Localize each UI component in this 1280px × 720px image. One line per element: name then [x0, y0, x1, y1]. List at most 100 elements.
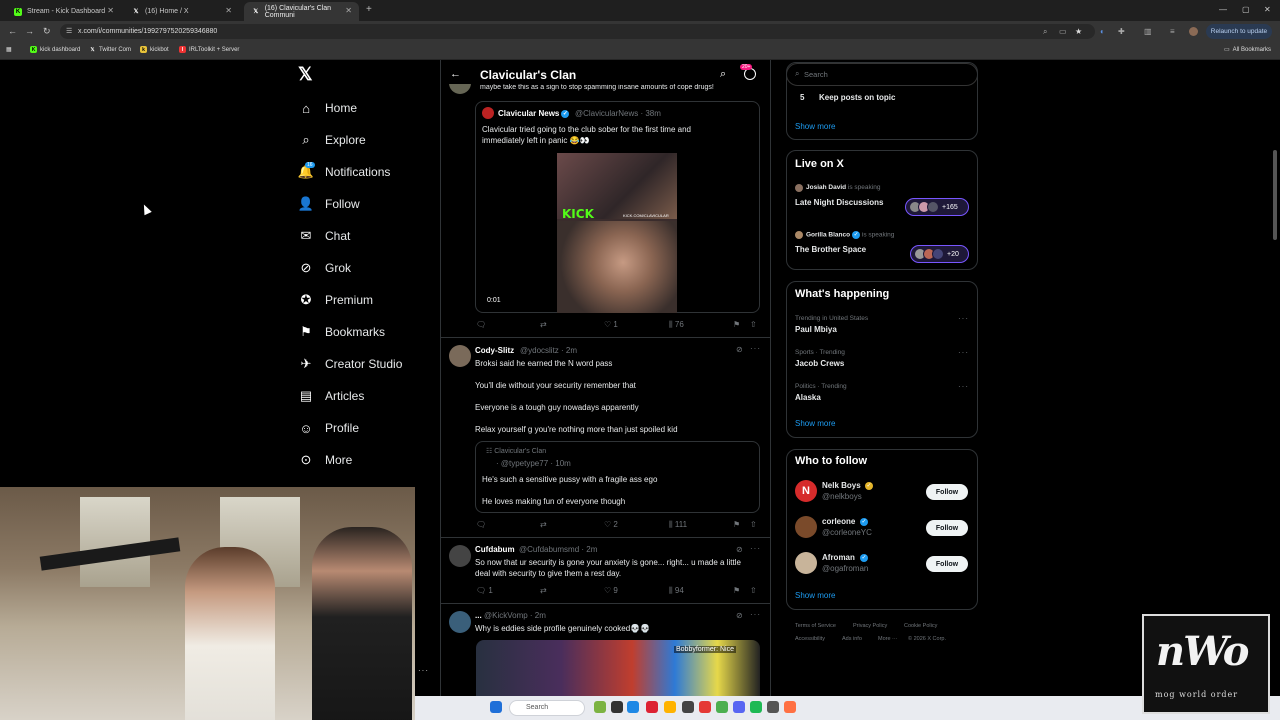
- views-button[interactable]: ⫼ 111: [669, 520, 687, 530]
- page-scrollbar[interactable]: [1273, 150, 1277, 240]
- avatar[interactable]: [795, 231, 803, 239]
- sidebar-item-grok[interactable]: ⊘ Grok: [299, 258, 351, 278]
- more-options-icon[interactable]: ···: [958, 382, 969, 391]
- views-button[interactable]: ⫼ 94: [669, 586, 684, 596]
- sidebar-item-more[interactable]: ⊙ More: [299, 450, 353, 470]
- grok-icon[interactable]: ⊘: [736, 345, 744, 354]
- sidebar-item-creator-studio[interactable]: ✈ Creator Studio: [299, 354, 403, 374]
- more-options-icon[interactable]: ···: [958, 314, 969, 323]
- repost-icon[interactable]: ⇄: [540, 586, 547, 595]
- tab-clavicular-clan[interactable]: 𝕏 (16) Clavicular's Clan Communi ✕: [244, 2, 359, 21]
- sidebar-item-chat[interactable]: ✉ Chat: [299, 226, 351, 246]
- repost-icon[interactable]: ⇄: [540, 520, 547, 529]
- maximize-icon[interactable]: ▢: [1242, 5, 1250, 14]
- edge-icon[interactable]: [627, 701, 639, 713]
- chrome-icon[interactable]: [716, 701, 728, 713]
- footer-link[interactable]: Terms of Service: [795, 623, 836, 629]
- minimize-icon[interactable]: —: [1219, 5, 1227, 14]
- like-button[interactable]: ♡ 2: [604, 520, 618, 529]
- close-window-icon[interactable]: ✕: [1264, 5, 1271, 14]
- share-icon[interactable]: ⇧: [750, 586, 757, 595]
- space-title[interactable]: Late Night Discussions: [795, 198, 883, 207]
- discord-icon[interactable]: [733, 701, 745, 713]
- tab-home-x[interactable]: 𝕏 (16) Home / X ✕: [124, 2, 239, 21]
- cast-icon[interactable]: ▭: [1059, 27, 1067, 36]
- grok-icon[interactable]: ⊘: [736, 611, 744, 620]
- bookmark-icon[interactable]: ⚑: [733, 320, 740, 329]
- follow-button[interactable]: Follow: [926, 520, 968, 536]
- tab-kick-dashboard[interactable]: K Stream - Kick Dashboard ✕: [6, 2, 121, 21]
- footer-link[interactable]: © 2026 X Corp.: [908, 636, 946, 642]
- space-listeners[interactable]: +165: [905, 198, 969, 216]
- sidebar-item-premium[interactable]: ✪ Premium: [299, 290, 373, 310]
- reply-button[interactable]: 🗨 1: [476, 586, 493, 595]
- grok-icon[interactable]: ⊘: [736, 545, 744, 554]
- quoted-author-name[interactable]: Clavicular News ✓: [498, 109, 570, 118]
- close-icon[interactable]: ✕: [345, 6, 352, 15]
- widgets-icon[interactable]: [594, 701, 606, 713]
- avatar[interactable]: N: [795, 480, 817, 502]
- back-icon[interactable]: ←: [8, 26, 17, 36]
- follow-button[interactable]: Follow: [926, 556, 968, 572]
- extension-icon[interactable]: ◐: [1100, 27, 1105, 36]
- bookmark-icon[interactable]: ⚑: [733, 586, 740, 595]
- sidebar-item-profile[interactable]: ☺ Profile: [299, 418, 359, 438]
- start-icon[interactable]: [490, 701, 502, 713]
- menu-lines-icon[interactable]: ≡: [1170, 27, 1175, 36]
- repost-icon[interactable]: ⇄: [540, 320, 547, 329]
- search-icon[interactable]: ⌕: [720, 68, 726, 81]
- app-icon[interactable]: [646, 701, 658, 713]
- footer-link[interactable]: More ···: [878, 636, 898, 642]
- avatar[interactable]: [449, 345, 471, 367]
- spotify-icon[interactable]: [750, 701, 762, 713]
- bookmark-twitter-com[interactable]: 𝕏 Twitter Com: [89, 46, 131, 53]
- footer-link[interactable]: Cookie Policy: [904, 623, 937, 629]
- post-author-name[interactable]: ...: [475, 611, 482, 620]
- all-bookmarks[interactable]: ▭ All Bookmarks: [1224, 46, 1271, 54]
- share-icon[interactable]: ⇧: [750, 320, 757, 329]
- trend-name[interactable]: Paul Mbiya: [795, 325, 837, 334]
- sidepanel-icon[interactable]: ▥: [1144, 27, 1152, 36]
- apps-icon[interactable]: ▦: [6, 46, 12, 53]
- footer-link[interactable]: Accessibility: [795, 636, 825, 642]
- star-icon[interactable]: ★: [1075, 27, 1082, 36]
- like-button[interactable]: ♡ 1: [604, 320, 618, 329]
- suggestion-name[interactable]: Nelk Boys: [822, 481, 861, 490]
- sidebar-item-follow[interactable]: 👤 Follow: [298, 194, 360, 214]
- reply-icon[interactable]: 🗨: [476, 520, 486, 529]
- explorer-icon[interactable]: [664, 701, 676, 713]
- task-view-icon[interactable]: [611, 701, 623, 713]
- share-icon[interactable]: ⇧: [750, 520, 757, 529]
- reply-icon[interactable]: 🗨: [476, 320, 486, 329]
- follow-button[interactable]: Follow: [926, 484, 968, 500]
- show-more-link[interactable]: Show more: [795, 419, 835, 428]
- community-tag[interactable]: ☷ Clavicular's Clan: [486, 447, 546, 455]
- zoom-icon[interactable]: ⌕: [1043, 27, 1047, 37]
- sidebar-item-explore[interactable]: ⌕ Explore: [299, 130, 365, 150]
- bookmark-irltoolkit[interactable]: I IRLToolkit + Server: [179, 46, 239, 53]
- app-icon[interactable]: [784, 701, 796, 713]
- suggestion-name[interactable]: Afroman: [822, 553, 855, 562]
- avatar[interactable]: [449, 611, 471, 633]
- sidebar-item-home[interactable]: ⌂ Home: [299, 98, 357, 118]
- bookmark-kick-dashboard[interactable]: Kkick dashboard: [30, 46, 80, 53]
- more-options-icon[interactable]: ···: [418, 666, 429, 675]
- space-title[interactable]: The Brother Space: [795, 245, 866, 254]
- forward-icon[interactable]: →: [25, 26, 34, 36]
- more-options-icon[interactable]: ···: [750, 344, 761, 353]
- more-options-icon[interactable]: ···: [958, 348, 969, 357]
- x-logo-icon[interactable]: 𝕏: [298, 64, 313, 85]
- reload-icon[interactable]: ↻: [43, 26, 51, 37]
- trend-name[interactable]: Alaska: [795, 393, 821, 402]
- footer-link[interactable]: Ads info: [842, 636, 862, 642]
- post-author-name[interactable]: Cufdabum: [475, 545, 515, 554]
- space-listeners[interactable]: +20: [910, 245, 969, 263]
- sidebar-item-articles[interactable]: ▤ Articles: [299, 386, 365, 406]
- post-image[interactable]: Bobbyformer: Nice: [476, 640, 760, 696]
- app-icon[interactable]: [699, 701, 711, 713]
- close-icon[interactable]: ✕: [225, 6, 232, 15]
- avatar[interactable]: [795, 552, 817, 574]
- site-info-icon[interactable]: ☰: [66, 27, 72, 35]
- more-options-icon[interactable]: ···: [750, 544, 761, 553]
- trend-name[interactable]: Jacob Crews: [795, 359, 844, 368]
